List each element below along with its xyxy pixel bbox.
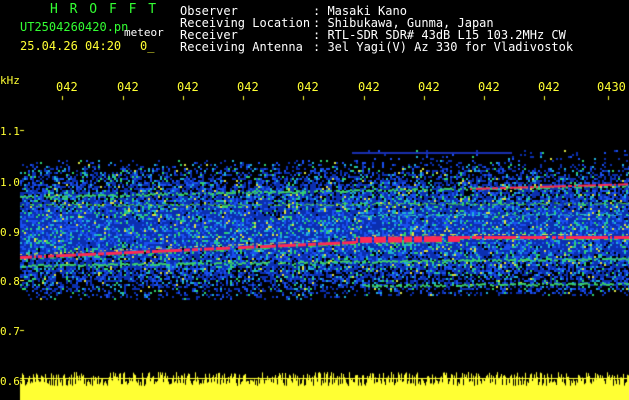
x-tick: 042 xyxy=(478,80,500,94)
antenna-label: Receiving Antenna xyxy=(180,40,303,54)
x-tick: 042 xyxy=(117,80,139,94)
x-tick: 042 xyxy=(177,80,199,94)
x-tick: 0430 xyxy=(597,80,626,94)
x-tick: 042 xyxy=(418,80,440,94)
filename: UT2504260420.pn xyxy=(20,20,129,34)
y-tick: 1.0 xyxy=(0,176,20,189)
x-tick: 042 xyxy=(538,80,560,94)
mode-label: meteor xyxy=(124,26,164,39)
y-tick: 0.9 xyxy=(0,226,20,239)
x-tick: 042 xyxy=(297,80,319,94)
x-tick: 042 xyxy=(358,80,380,94)
antenna-value: : 3el Yagi(V) Az 330 for Vladivostok xyxy=(313,40,574,54)
extra-value: 0_ xyxy=(140,39,155,53)
spectrogram xyxy=(0,0,629,400)
y-tick: 0.6 xyxy=(0,375,20,388)
y-unit: kHz xyxy=(0,74,20,87)
y-tick: 0.7 xyxy=(0,325,20,338)
brand-title: H R O F F T xyxy=(50,2,159,17)
datetime: 25.04.26 04:20 xyxy=(20,39,122,53)
y-tick: 1.1 xyxy=(0,125,20,138)
x-tick: 042 xyxy=(237,80,259,94)
x-tick: 042 xyxy=(56,80,78,94)
y-tick: 0.8 xyxy=(0,275,20,288)
